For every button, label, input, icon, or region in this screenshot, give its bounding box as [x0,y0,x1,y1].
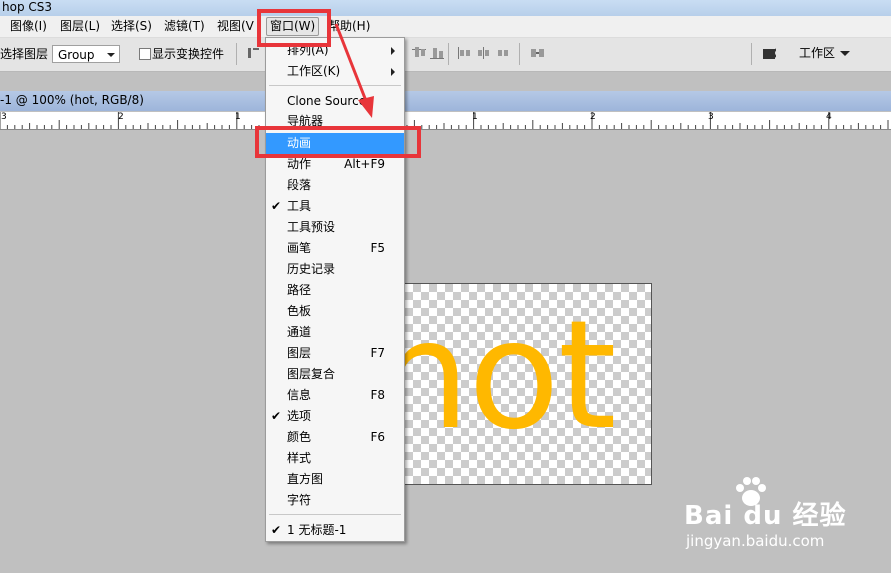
menu-select[interactable]: 选择(S) [108,18,155,35]
window-menu-item-label: 直方图 [287,472,324,486]
window-menu-item-label: 1 无标题-1 [287,523,347,537]
document-canvas[interactable]: hot [404,283,652,485]
window-menu-item-label: 通道 [287,325,312,339]
window-menu-item-label: 段落 [287,178,312,192]
document-title: -1 @ 100% (hot, RGB/8) [0,93,144,107]
checkmark-icon: ✔ [271,199,282,213]
ruler-ticks [0,112,889,129]
window-menu-item[interactable]: 图层 F7 [266,343,404,364]
annotation-box-window-menu [257,9,331,47]
distribute-left-icon[interactable] [457,46,471,60]
window-menu-item[interactable]: 字符 [266,490,404,511]
window-menu-item-label: 样式 [287,451,312,465]
show-transform-checkbox[interactable] [139,48,151,60]
options-separator [448,43,449,65]
workspace-button[interactable]: 工作区 [799,44,851,62]
window-menu-item[interactable]: 直方图 [266,469,404,490]
chevron-down-icon [840,51,851,56]
window-menu-item-shortcut: F6 [370,430,385,444]
window-menu-item[interactable]: 历史记录 [266,259,404,280]
workspace-label: 工作区 [799,46,836,60]
window-menu-item-label: 图层复合 [287,367,336,381]
window-menu-item-label: 历史记录 [287,262,336,276]
ruler-label: 3 [1,112,7,122]
menu-bar: 图像(I) 图层(L) 选择(S) 滤镜(T) 视图(V 窗口(W) 帮助(H) [0,16,891,38]
window-menu-item[interactable]: 样式 [266,448,404,469]
menu-view[interactable]: 视图(V [214,18,257,35]
menu-separator [269,514,401,515]
window-menu-item[interactable]: ✔ 工具 [266,196,404,217]
document-tab[interactable]: -1 @ 100% (hot, RGB/8) [0,91,891,111]
window-menu-item-shortcut: F5 [370,241,385,255]
ruler-label: 4 [826,112,832,122]
window-menu-item-label: 色板 [287,304,312,318]
window-menu-item-label: 图层 [287,346,312,360]
menu-layer[interactable]: 图层(L) [57,18,103,35]
align-top-icon[interactable] [247,46,261,60]
chevron-down-icon [107,53,115,57]
align-bottom-icon[interactable] [430,46,444,60]
distribute-center-icon[interactable] [476,46,490,60]
window-menu-item-shortcut: F7 [370,346,385,360]
horizontal-ruler[interactable]: 3 2 1 1 2 3 4 [0,112,891,130]
window-menu-item[interactable]: 画笔 F5 [266,238,404,259]
checkmark-icon: ✔ [271,523,282,537]
window-menu-item[interactable]: 段落 [266,175,404,196]
window-menu-item[interactable]: 图层复合 [266,364,404,385]
window-menu-item-label: 字符 [287,493,312,507]
window-menu-item-label: 工具 [287,199,312,213]
ruler-label: 2 [590,112,596,122]
layer-group-select[interactable]: Group [52,45,120,63]
show-transform-label: 显示变换控件 [152,47,225,61]
menu-filter[interactable]: 滤镜(T) [161,18,208,35]
app-titlebar: hop CS3 [0,0,891,16]
ruler-label: 1 [235,112,241,122]
options-separator [519,43,520,65]
layer-group-value: Group [58,48,95,62]
window-menu-item[interactable]: 色板 [266,301,404,322]
select-layer-label: 选择图层 [0,47,49,61]
window-menu-item-label: 路径 [287,283,312,297]
options-separator [236,43,237,65]
window-menu-item-label: 颜色 [287,430,312,444]
annotation-box-animation-item [255,126,421,158]
watermark-url: jingyan.baidu.com [686,532,825,550]
window-menu-item[interactable]: 路径 [266,280,404,301]
annotation-arrow-icon [334,23,374,118]
canvas-text-layer: hot [405,289,617,463]
ruler-label: 1 [472,112,478,122]
window-menu-item[interactable]: ✔ 选项 [266,406,404,427]
app-title: hop CS3 [2,0,53,14]
ruler-label: 3 [708,112,714,122]
distribute-right-icon[interactable] [495,46,509,60]
auto-align-icon[interactable] [530,46,544,60]
chevron-right-icon [391,47,395,55]
options-separator [751,43,752,65]
window-menu-item-shortcut: F8 [370,388,385,402]
window-menu-item[interactable]: 通道 [266,322,404,343]
align-horizontal-center-icon[interactable] [412,46,426,60]
window-menu-item-label: 选项 [287,409,312,423]
watermark-brand: Bai du 经验 [684,501,847,531]
options-bar [0,38,891,72]
ruler-label: 2 [118,112,124,122]
baidu-watermark: Bai du 经验 jingyan.baidu.com [684,470,884,560]
chevron-right-icon [391,68,395,76]
window-menu-item[interactable]: 工具预设 [266,217,404,238]
bridge-icon[interactable] [762,46,776,60]
checkmark-icon: ✔ [271,409,282,423]
window-menu-item-label: 画笔 [287,241,312,255]
window-menu-item[interactable]: ✔ 1 无标题-1 [266,520,404,541]
window-menu-item[interactable]: 颜色 F6 [266,427,404,448]
window-menu-item-label: 信息 [287,388,312,402]
window-menu-item[interactable]: 信息 F8 [266,385,404,406]
menu-image[interactable]: 图像(I) [7,18,50,35]
window-menu-item-label: 工具预设 [287,220,336,234]
